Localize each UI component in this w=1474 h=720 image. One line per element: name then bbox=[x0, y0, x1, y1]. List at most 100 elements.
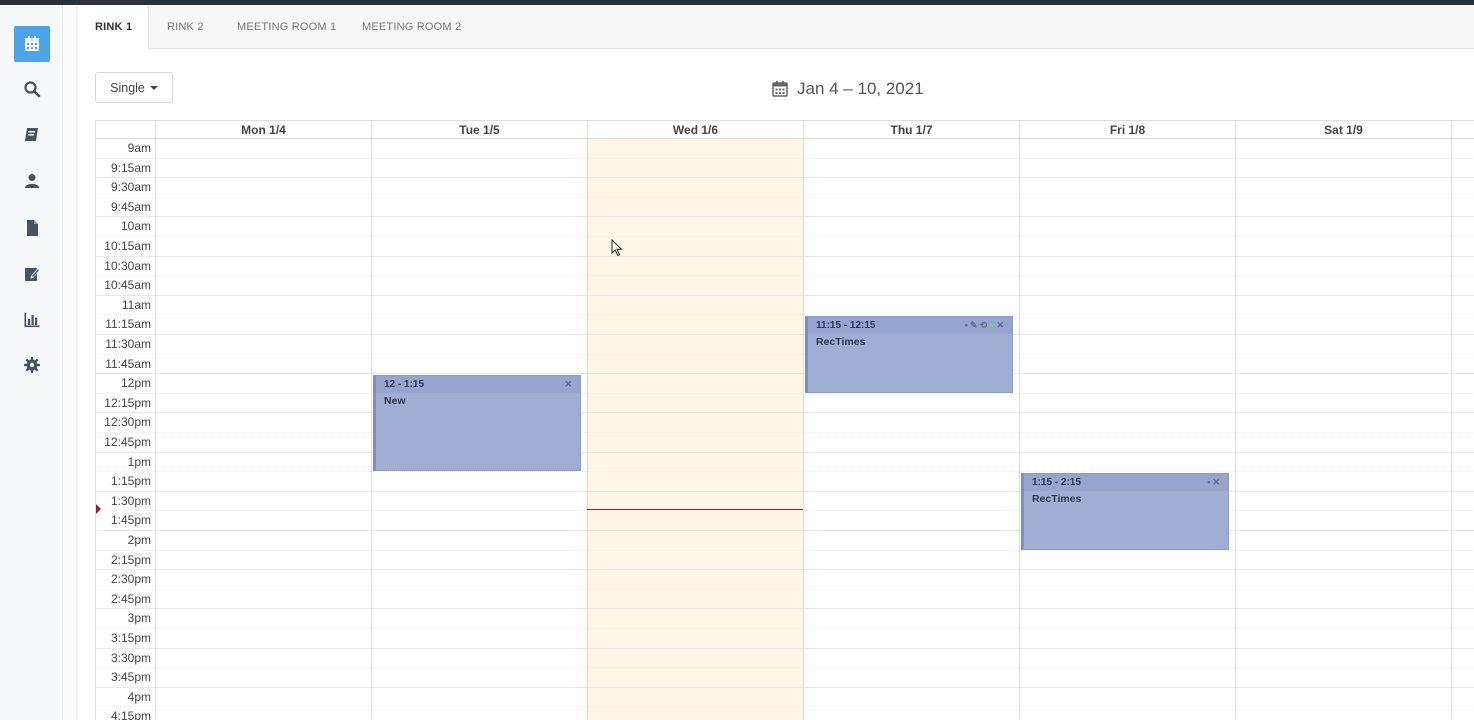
time-slot[interactable] bbox=[96, 178, 1474, 198]
time-slot[interactable] bbox=[96, 531, 1474, 551]
time-label: 1pm bbox=[127, 454, 151, 469]
current-time-arrow-icon bbox=[96, 504, 101, 515]
tab-rink-1[interactable]: RINK 1 bbox=[77, 5, 149, 50]
time-slot[interactable] bbox=[96, 609, 1474, 629]
time-slot[interactable] bbox=[96, 257, 1474, 277]
time-slot[interactable] bbox=[96, 453, 1474, 473]
view-mode-label: Single bbox=[110, 80, 145, 95]
time-slot[interactable] bbox=[96, 217, 1474, 237]
time-slot[interactable] bbox=[96, 649, 1474, 669]
time-label: 4pm bbox=[127, 689, 151, 704]
event-time-label: 11:15 - 12:15 bbox=[816, 320, 876, 332]
close-icon[interactable]: ✕ bbox=[564, 376, 572, 393]
time-slot[interactable] bbox=[96, 707, 1474, 720]
gear-icon[interactable] bbox=[14, 347, 50, 383]
time-label: 4:15pm bbox=[110, 709, 151, 720]
event-action-icon[interactable]: ⟲ bbox=[979, 317, 987, 334]
close-icon[interactable]: ✕ bbox=[1212, 474, 1220, 491]
event-time: 11:15 - 12:15 ▪ ✎ ⟲ ● ✕ bbox=[808, 317, 1012, 335]
time-slot[interactable] bbox=[96, 688, 1474, 708]
time-slot[interactable] bbox=[96, 315, 1474, 335]
time-label: 1:15pm bbox=[110, 474, 151, 489]
time-label: 10:15am bbox=[104, 239, 151, 253]
time-label: 3:45pm bbox=[110, 670, 151, 685]
event-title: New bbox=[384, 395, 406, 408]
time-slot[interactable] bbox=[96, 335, 1474, 355]
event-toolbar: ✕ bbox=[564, 376, 572, 393]
event-action-icon[interactable]: ✎ bbox=[970, 317, 978, 334]
time-label: 12pm bbox=[120, 376, 151, 391]
time-slot[interactable] bbox=[96, 629, 1474, 649]
time-slot[interactable] bbox=[96, 511, 1474, 531]
time-slot[interactable] bbox=[96, 433, 1474, 453]
tab-meeting-room-1[interactable]: MEETING ROOM 1 bbox=[237, 5, 336, 49]
day-header: Fri 1/8 bbox=[1019, 121, 1235, 139]
time-label: 10am bbox=[120, 219, 151, 234]
view-mode-dropdown[interactable]: Single bbox=[95, 72, 173, 103]
time-slot[interactable] bbox=[96, 237, 1474, 257]
time-slot[interactable] bbox=[96, 394, 1474, 414]
time-label: 9:15am bbox=[110, 160, 151, 175]
time-slot[interactable] bbox=[96, 198, 1474, 218]
time-slot[interactable] bbox=[96, 355, 1474, 375]
time-label: 12:15pm bbox=[104, 395, 151, 410]
time-label: 3:15pm bbox=[110, 631, 151, 645]
time-slot[interactable] bbox=[96, 159, 1474, 179]
day-header: Sat 1/9 bbox=[1235, 121, 1451, 139]
time-slot[interactable] bbox=[96, 551, 1474, 571]
close-icon[interactable]: ✕ bbox=[996, 317, 1004, 334]
tab-meeting-room-2[interactable]: MEETING ROOM 2 bbox=[362, 5, 461, 49]
tab-rink-2[interactable]: RINK 2 bbox=[167, 5, 204, 49]
time-slot[interactable] bbox=[96, 276, 1474, 296]
current-time-line bbox=[587, 509, 803, 511]
time-label: 2:30pm bbox=[110, 572, 151, 587]
day-column-divider bbox=[587, 139, 588, 720]
time-label: 11am bbox=[121, 297, 151, 312]
time-grid: 9am 9:15am 9:30am 9:45am 10am 10:15am 10:30am 1… bbox=[96, 139, 1474, 720]
date-range-label: Jan 4 – 10, 2021 bbox=[797, 79, 924, 98]
time-slot[interactable] bbox=[96, 472, 1474, 492]
event-time: 12 - 1:15 ✕ bbox=[376, 376, 580, 394]
time-label: 1:45pm bbox=[110, 513, 151, 528]
time-label: 9:45am bbox=[110, 199, 151, 214]
time-label: 12:45pm bbox=[104, 435, 151, 449]
calendar-icon bbox=[772, 81, 788, 97]
book-icon[interactable] bbox=[14, 117, 50, 153]
event-time-label: 1:15 - 2:15 bbox=[1032, 477, 1081, 489]
time-label: 9am bbox=[127, 141, 151, 155]
time-slot[interactable] bbox=[96, 296, 1474, 316]
calendar-event[interactable]: 1:15 - 2:15 ▪ ✕ RecTimes bbox=[1021, 473, 1229, 550]
event-toolbar: ▪ ✎ ⟲ ● ✕ bbox=[965, 317, 1004, 334]
calendar-icon[interactable] bbox=[14, 26, 50, 62]
bar-chart-icon[interactable] bbox=[14, 302, 50, 338]
week-calendar: Mon 1/4 Tue 1/5 Wed 1/6 Thu 1/7 Fri 1/8 Sat 1… bbox=[95, 120, 1474, 720]
search-icon[interactable] bbox=[14, 71, 50, 107]
day-header: Wed 1/6 bbox=[587, 121, 803, 139]
time-slot[interactable] bbox=[96, 413, 1474, 433]
time-label: 2:15pm bbox=[110, 552, 151, 567]
event-title: RecTimes bbox=[1032, 493, 1082, 506]
time-slot[interactable] bbox=[96, 668, 1474, 688]
day-column-divider bbox=[371, 139, 372, 720]
time-slot[interactable] bbox=[96, 570, 1474, 590]
sidebar-gutter bbox=[63, 5, 77, 720]
event-action-icon[interactable]: ▪ bbox=[965, 317, 968, 334]
edit-icon[interactable] bbox=[14, 256, 50, 292]
time-label: 3pm bbox=[127, 611, 151, 626]
calendar-event[interactable]: 11:15 - 12:15 ▪ ✎ ⟲ ● ✕ RecTimes bbox=[805, 316, 1013, 393]
event-time-label: 12 - 1:15 bbox=[384, 379, 425, 391]
date-range-title: Jan 4 – 10, 2021 bbox=[771, 77, 924, 101]
event-action-icon[interactable]: ▪ bbox=[1207, 474, 1210, 491]
file-icon[interactable] bbox=[14, 210, 50, 246]
time-slot[interactable] bbox=[96, 590, 1474, 610]
user-icon[interactable] bbox=[14, 163, 50, 199]
calendar-event[interactable]: 12 - 1:15 ✕ New bbox=[373, 375, 581, 472]
event-action-icon[interactable]: ● bbox=[989, 317, 994, 334]
day-column-divider bbox=[1451, 139, 1452, 720]
day-header: Tue 1/5 bbox=[371, 121, 587, 139]
time-slot[interactable] bbox=[96, 492, 1474, 512]
time-slot[interactable] bbox=[96, 374, 1474, 394]
day-column-divider bbox=[803, 139, 804, 720]
day-header: Thu 1/7 bbox=[803, 121, 1019, 139]
time-slot[interactable] bbox=[96, 139, 1474, 159]
